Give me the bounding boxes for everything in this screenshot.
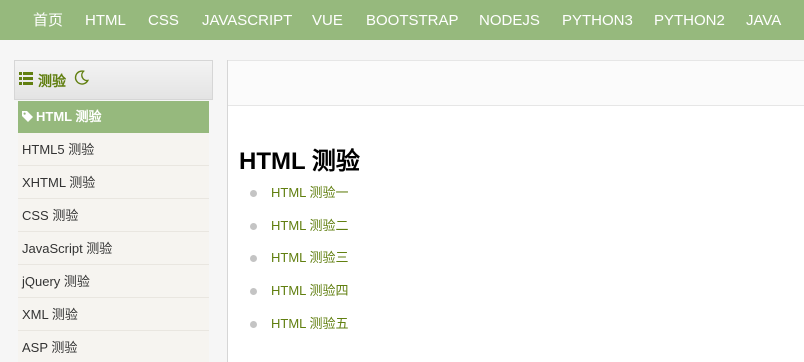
nav-link-java[interactable]: JAVA xyxy=(746,0,781,40)
sidebar-item-html5-quiz[interactable]: HTML5 测验 xyxy=(18,133,209,166)
nav-link-python2[interactable]: PYTHON2 xyxy=(654,0,725,40)
sidebar-item-asp-quiz[interactable]: ASP 测验 xyxy=(18,331,209,362)
sidebar-item-javascript-quiz[interactable]: JavaScript 测验 xyxy=(18,232,209,265)
top-navigation-bar: 首页 HTML CSS JAVASCRIPT VUE BOOTSTRAP NOD… xyxy=(0,0,804,40)
nav-link-css[interactable]: CSS xyxy=(148,0,179,40)
nav-link-nodejs[interactable]: NODEJS xyxy=(479,0,540,40)
bullet-icon xyxy=(250,288,257,296)
moon-icon[interactable] xyxy=(73,69,90,86)
sidebar-item-html-quiz[interactable]: HTML 测验 xyxy=(18,101,209,133)
quiz-link-2[interactable]: HTML 测验二 xyxy=(271,210,349,242)
page-title: HTML 测验 xyxy=(239,148,360,175)
list-icon xyxy=(19,72,33,85)
nav-link-html[interactable]: HTML xyxy=(85,0,126,40)
tag-icon xyxy=(22,111,33,122)
sidebar: 测验 HTML 测验 HTML5 测验 XHTML 测验 CSS 测验 Java… xyxy=(14,60,213,362)
quiz-link-4[interactable]: HTML 测验四 xyxy=(271,275,349,307)
sidebar-header: 测验 xyxy=(14,60,213,100)
nav-link-bootstrap[interactable]: BOOTSTRAP xyxy=(366,0,459,40)
sidebar-item-xhtml-quiz[interactable]: XHTML 测验 xyxy=(18,166,209,199)
nav-link-javascript[interactable]: JAVASCRIPT xyxy=(202,0,292,40)
content-toolbar xyxy=(228,60,804,106)
bullet-icon xyxy=(250,222,257,230)
sidebar-list: HTML 测验 HTML5 测验 XHTML 测验 CSS 测验 JavaScr… xyxy=(18,101,209,362)
quiz-link-1[interactable]: HTML 测验一 xyxy=(271,177,349,209)
sidebar-item-label: HTML 测验 xyxy=(36,109,102,124)
nav-link-home[interactable]: 首页 xyxy=(33,0,63,40)
sidebar-item-css-quiz[interactable]: CSS 测验 xyxy=(18,199,209,232)
main-content: HTML 测验 HTML 测验一 HTML 测验二 HTML 测验三 HTML … xyxy=(227,60,804,362)
sidebar-item-xml-quiz[interactable]: XML 测验 xyxy=(18,298,209,331)
nav-link-vue[interactable]: VUE xyxy=(312,0,343,40)
bullet-icon xyxy=(250,255,257,263)
quiz-link-3[interactable]: HTML 测验三 xyxy=(271,242,349,274)
sidebar-title: 测验 xyxy=(38,73,66,89)
bullet-icon xyxy=(250,320,257,328)
sidebar-item-jquery-quiz[interactable]: jQuery 测验 xyxy=(18,265,209,298)
bullet-icon xyxy=(250,190,257,197)
quiz-link-5[interactable]: HTML 测验五 xyxy=(271,308,349,340)
nav-link-python3[interactable]: PYTHON3 xyxy=(562,0,633,40)
